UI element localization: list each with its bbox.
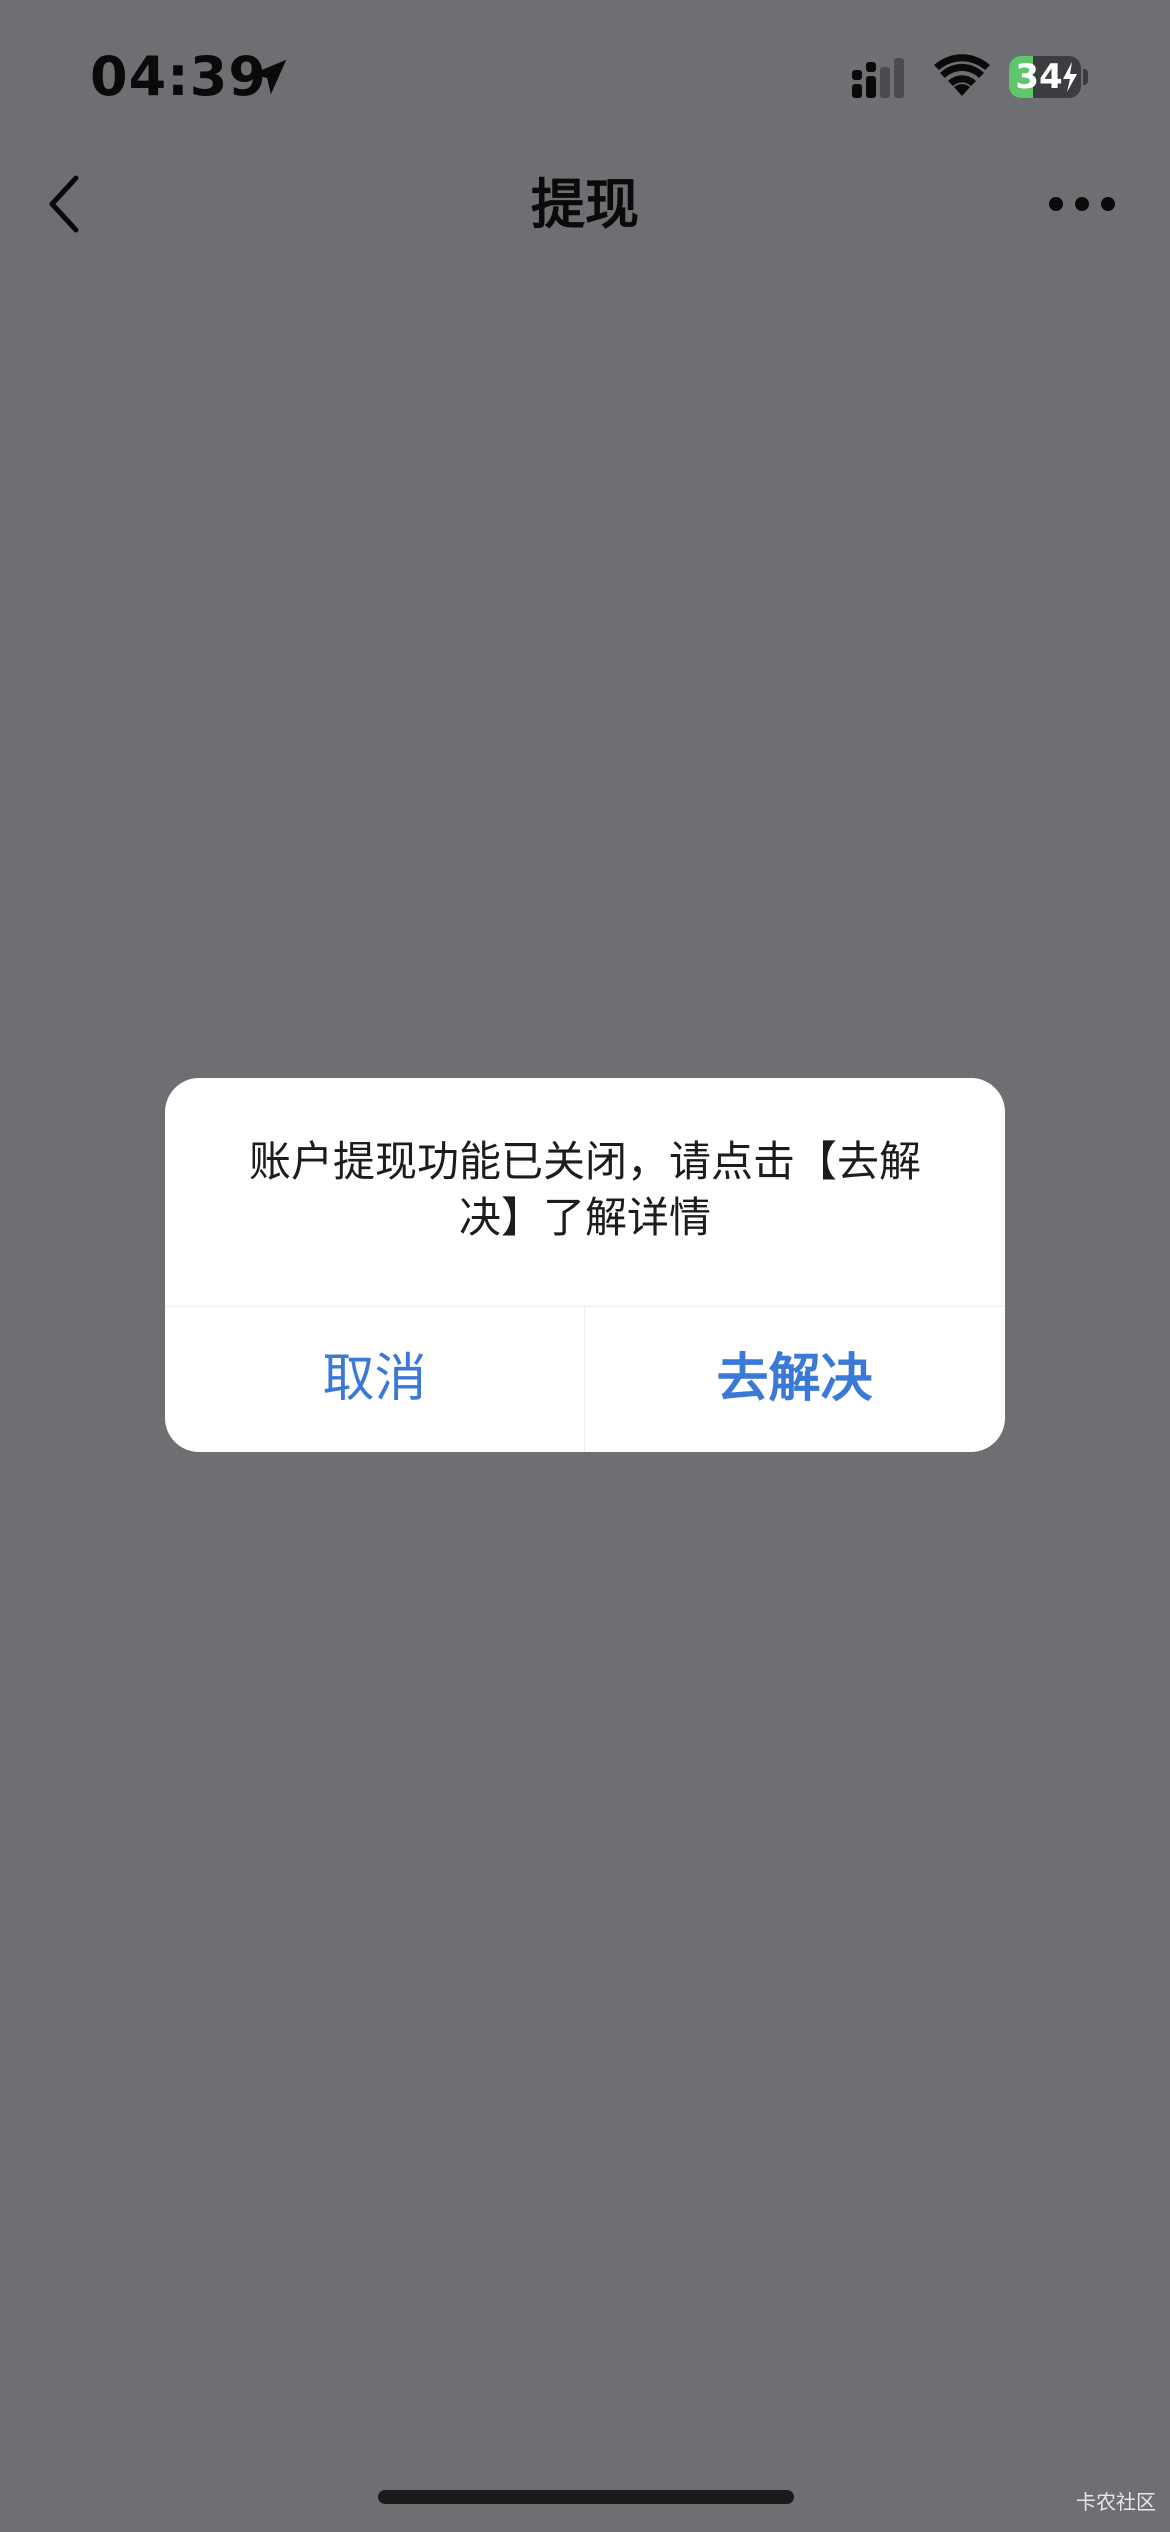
- alert-dialog: 账户提现功能已关闭，请点击【去解决】了解详情 取消 去解决: [165, 1078, 1005, 1452]
- battery-cap: [1083, 69, 1088, 85]
- nav-bar: 提现: [0, 150, 1170, 260]
- more-horizontal-icon[interactable]: [1046, 192, 1118, 216]
- home-indicator[interactable]: [378, 2490, 794, 2504]
- cellular-signal-icon: [852, 58, 904, 98]
- location-arrow-icon: [251, 59, 287, 95]
- status-time: 04:39: [90, 45, 267, 108]
- battery-icon: 34: [1009, 56, 1081, 98]
- dialog-message: 账户提现功能已关闭，请点击【去解决】了解详情: [248, 1137, 921, 1242]
- resolve-button[interactable]: 去解决: [585, 1307, 1004, 1452]
- watermark: 卡农社区: [1076, 2490, 1156, 2514]
- cancel-button[interactable]: 取消: [165, 1307, 584, 1452]
- bolt-icon: [1063, 62, 1077, 92]
- page-title: 提现: [531, 173, 639, 236]
- battery-indicator: 34: [1009, 56, 1088, 98]
- battery-percent: 34: [1015, 57, 1063, 97]
- status-bar: 04:39 34: [0, 0, 1170, 150]
- wifi-icon: [934, 54, 990, 96]
